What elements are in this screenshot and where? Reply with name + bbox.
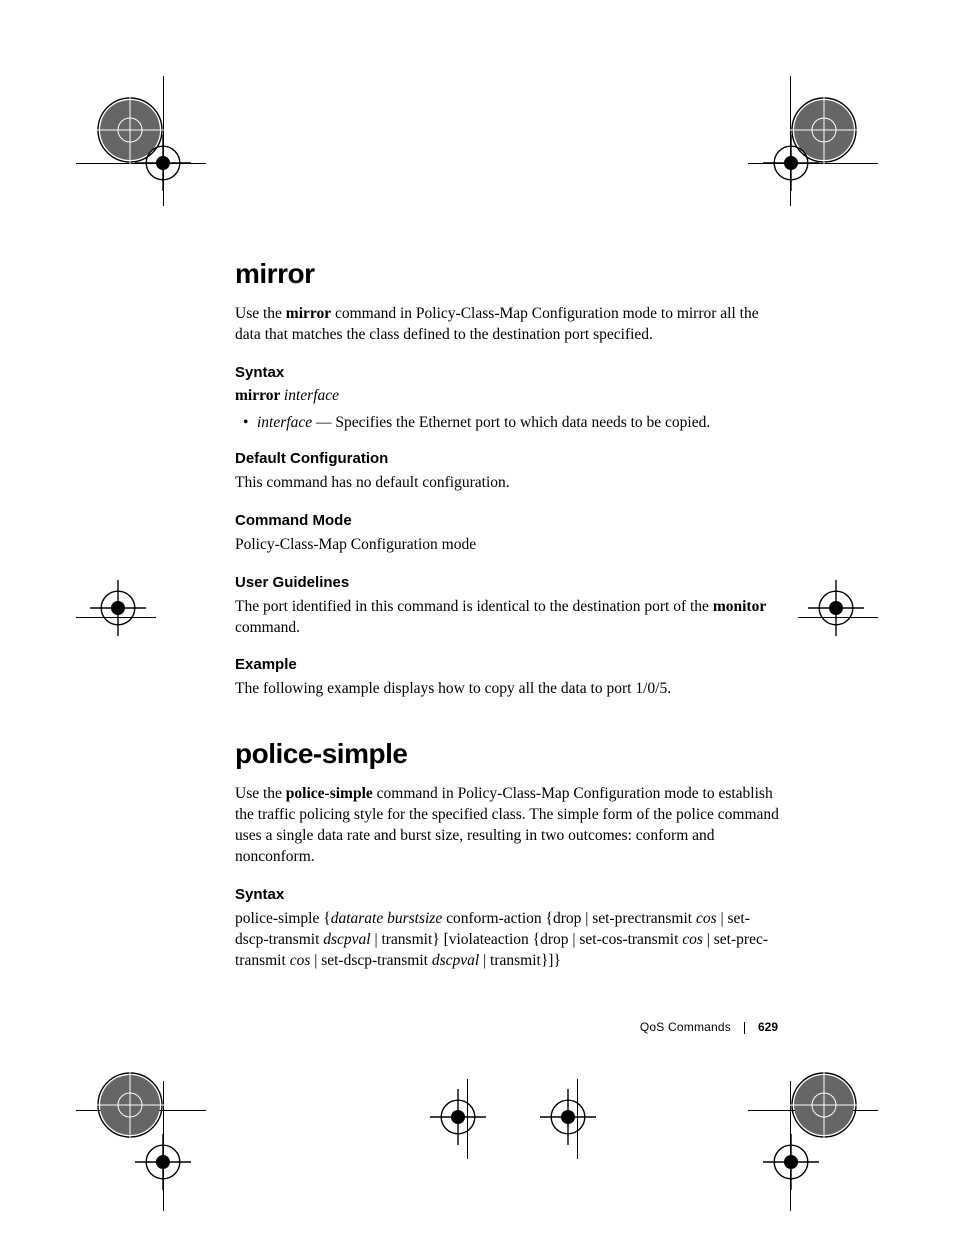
footer-section-title: QoS Commands — [640, 1020, 731, 1034]
text: | transmit} [violateaction {drop | set-c… — [371, 931, 683, 948]
registration-mark-icon — [135, 1134, 191, 1190]
registration-mark-icon — [90, 1065, 170, 1145]
text: — Specifies the Ethernet port to which d… — [312, 414, 710, 431]
police-simple-intro: Use the police-simple command in Policy-… — [235, 784, 780, 868]
syntax-argument: cos — [696, 910, 717, 927]
text: The port identified in this command is i… — [235, 598, 713, 615]
registration-mark-icon — [90, 580, 146, 636]
text: conform-action {drop | set-prectransmit — [442, 910, 696, 927]
syntax-heading: Syntax — [235, 886, 780, 903]
registration-mark-icon — [540, 1089, 596, 1145]
registration-mark-icon — [763, 135, 819, 191]
page-content: mirror Use the mirror command in Policy-… — [235, 258, 780, 990]
mirror-intro: Use the mirror command in Policy-Class-M… — [235, 304, 780, 346]
text: police-simple { — [235, 910, 331, 927]
syntax-line: mirror interface — [235, 387, 780, 405]
syntax-heading: Syntax — [235, 364, 780, 381]
text: Use the — [235, 305, 286, 322]
syntax-argument: cos — [290, 952, 311, 969]
text-bold: monitor — [713, 598, 766, 615]
text: command. — [235, 619, 300, 636]
example-text: The following example displays how to co… — [235, 679, 780, 700]
command-title-police-simple: police-simple — [235, 738, 780, 770]
text-bold: mirror — [286, 305, 331, 322]
syntax-bullet: interface — Specifies the Ethernet port … — [257, 413, 780, 434]
user-guidelines-text: The port identified in this command is i… — [235, 597, 780, 639]
default-configuration-text: This command has no default configuratio… — [235, 473, 780, 494]
registration-mark-icon — [784, 1065, 864, 1145]
example-heading: Example — [235, 656, 780, 673]
syntax-argument: dscpval — [323, 931, 370, 948]
syntax-argument: dscpval — [432, 952, 479, 969]
text: Use the — [235, 785, 286, 802]
registration-mark-icon — [808, 580, 864, 636]
registration-mark-icon — [763, 1134, 819, 1190]
syntax-argument: datarate burstsize — [331, 910, 443, 927]
user-guidelines-heading: User Guidelines — [235, 574, 780, 591]
default-configuration-heading: Default Configuration — [235, 450, 780, 467]
command-mode-text: Policy-Class-Map Configuration mode — [235, 535, 780, 556]
police-simple-syntax: police-simple {datarate burstsize confor… — [235, 909, 780, 972]
syntax-argument: interface — [257, 414, 312, 431]
syntax-argument: cos — [682, 931, 703, 948]
registration-mark-icon — [135, 135, 191, 191]
command-title-mirror: mirror — [235, 258, 780, 290]
text-bold: police-simple — [286, 785, 373, 802]
page-footer: QoS Commands 629 — [640, 1020, 778, 1035]
command-mode-heading: Command Mode — [235, 512, 780, 529]
footer-page-number: 629 — [758, 1020, 778, 1034]
footer-separator — [744, 1022, 745, 1034]
text: | set-dscp-transmit — [310, 952, 431, 969]
syntax-command: mirror — [235, 387, 284, 404]
registration-mark-icon — [430, 1089, 486, 1145]
text: | transmit}]} — [479, 952, 561, 969]
syntax-argument: interface — [284, 387, 339, 404]
